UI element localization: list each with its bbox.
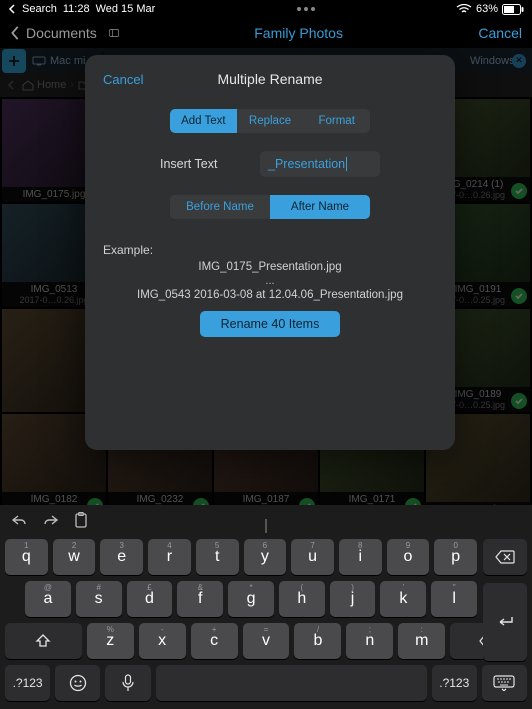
shift-key[interactable] [5,623,82,659]
key-p[interactable]: 0p [434,539,477,575]
numbers-key-right[interactable]: .?123 [432,665,477,701]
return-key[interactable] [483,583,527,661]
undo-icon[interactable] [10,513,28,527]
backspace-icon [495,550,515,564]
example-line-1: IMG_0175_Presentation.jpg [103,261,437,273]
emoji-key[interactable] [55,665,100,701]
rename-mode-segment[interactable]: Add Text Replace Format [170,109,370,133]
redo-icon[interactable] [42,513,60,527]
key-j[interactable]: )j [330,581,376,617]
dictation-key[interactable] [105,665,150,701]
page-title: Family Photos [254,25,343,41]
microphone-icon [122,674,134,692]
dismiss-keyboard-key[interactable] [482,665,527,701]
chevron-left-icon [10,26,20,40]
key-a[interactable]: @a [25,581,71,617]
key-t[interactable]: 5t [196,539,239,575]
space-key[interactable] [156,665,427,701]
insert-text-value: _Presentation [268,157,345,171]
keyboard-toolbar [0,505,532,535]
nav-cancel-button[interactable]: Cancel [478,25,522,41]
key-b[interactable]: /b [294,623,341,659]
key-e[interactable]: 3e [100,539,143,575]
wifi-icon [456,4,472,14]
battery-pct: 63% [476,3,498,15]
seg-format[interactable]: Format [303,109,370,133]
example-label: Example: [103,243,437,257]
clipboard-icon[interactable] [74,512,88,528]
example-ellipsis: ... [103,275,437,287]
nav-bar: Documents Family Photos Cancel [0,18,532,48]
keyboard: 1q2w3e4r5t6y7u8i9o0p @a#s£d&f*g(h)j'k"l … [0,505,532,709]
key-l[interactable]: "l [431,581,477,617]
key-i[interactable]: 8i [339,539,382,575]
position-segment[interactable]: Before Name After Name [170,195,370,219]
rename-button[interactable]: Rename 40 Items [200,311,340,337]
insert-text-label: Insert Text [160,157,240,171]
multitask-dots-icon[interactable] [296,6,316,12]
key-n[interactable]: ;n [346,623,393,659]
key-k[interactable]: 'k [380,581,426,617]
seg-before-name[interactable]: Before Name [170,195,270,219]
key-y[interactable]: 6y [244,539,287,575]
key-f[interactable]: &f [177,581,223,617]
key-s[interactable]: #s [76,581,122,617]
insert-text-field[interactable]: _Presentation [260,151,380,177]
key-g[interactable]: *g [228,581,274,617]
key-h[interactable]: (h [279,581,325,617]
back-button[interactable]: Documents [10,25,119,41]
return-icon [495,615,515,629]
keyboard-dismiss-icon [493,675,515,691]
status-bar: Search 11:28 Wed 15 Mar 63% [0,0,532,18]
chevron-left-icon [8,4,16,14]
key-d[interactable]: £d [127,581,173,617]
status-date: Wed 15 Mar [96,3,156,15]
key-c[interactable]: +c [191,623,238,659]
key-m[interactable]: :m [398,623,445,659]
seg-add-text[interactable]: Add Text [170,109,237,133]
modal-title: Multiple Rename [217,71,322,87]
back-label: Documents [26,25,97,41]
numbers-key[interactable]: .?123 [5,665,50,701]
key-v[interactable]: =v [243,623,290,659]
seg-after-name[interactable]: After Name [270,195,370,219]
key-o[interactable]: 9o [387,539,430,575]
emoji-icon [69,674,87,692]
example-block: Example: IMG_0175_Presentation.jpg ... I… [103,243,437,301]
key-r[interactable]: 4r [148,539,191,575]
key-q[interactable]: 1q [5,539,48,575]
sidebar-icon[interactable] [109,26,119,40]
modal-cancel-button[interactable]: Cancel [103,72,143,87]
key-x[interactable]: -x [139,623,186,659]
status-back[interactable]: Search [22,3,57,15]
keyboard-handle-icon[interactable] [265,519,267,533]
key-u[interactable]: 7u [291,539,334,575]
key-z[interactable]: %z [87,623,134,659]
rename-modal: Cancel Multiple Rename Add Text Replace … [85,55,455,450]
status-time: 11:28 [63,3,90,15]
backspace-key-top[interactable] [483,539,527,575]
seg-replace[interactable]: Replace [237,109,304,133]
shift-icon [35,633,51,649]
battery-icon [502,4,524,15]
key-w[interactable]: 2w [53,539,96,575]
example-line-2: IMG_0543 2016-03-08 at 12.04.06_Presenta… [103,289,437,301]
